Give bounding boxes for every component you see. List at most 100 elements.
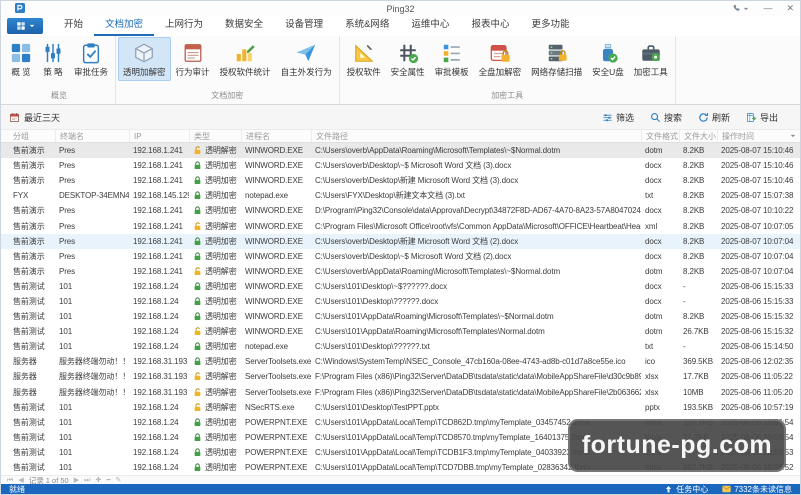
caret-down-icon xyxy=(29,23,35,29)
column-header-size[interactable]: 文件大小 xyxy=(679,130,717,142)
tab-report-center[interactable]: 报表中心 xyxy=(460,13,520,36)
pager-last-button[interactable]: ⏭ xyxy=(84,477,90,484)
column-header-terminal[interactable]: 终端名 xyxy=(55,130,129,142)
table-row[interactable]: 服务器服务器终端勿动！！！192.168.31.193透明解密ServerToo… xyxy=(1,369,800,384)
table-row[interactable]: 售前测试101192.168.1.24透明解密WINWORD.EXEC:\Use… xyxy=(1,324,800,339)
pager-edit-button[interactable]: ✎ xyxy=(116,477,122,484)
column-filter-icon[interactable] xyxy=(790,133,796,139)
approval-task-button[interactable]: 审批任务 xyxy=(69,37,113,81)
table-row[interactable]: 服务器服务器终端勿动！！！192.168.31.193透明解密ServerToo… xyxy=(1,385,800,400)
table-row[interactable]: 售前演示Pres192.168.1.241透明加密WINWORD.EXEC:\U… xyxy=(1,173,800,188)
search-button[interactable]: 搜索 xyxy=(650,111,682,124)
cell-terminal: 服务器终端勿动！！！ xyxy=(55,387,129,398)
pager-prev-button[interactable]: ◀ xyxy=(18,477,23,484)
tab-system-network[interactable]: 系统&网络 xyxy=(334,13,400,36)
type-label: 透明加密 xyxy=(205,447,237,458)
date-range-filter[interactable]: 最近三天 xyxy=(9,111,60,124)
lock-closed-icon xyxy=(193,448,202,457)
table-row[interactable]: 售前测试101192.168.1.24透明加密WINWORD.EXEC:\Use… xyxy=(1,279,800,294)
policy-button[interactable]: 策 略 xyxy=(37,37,69,81)
column-header-process[interactable]: 进程名 xyxy=(241,130,311,142)
column-header-group[interactable]: 分组 xyxy=(9,130,55,142)
support-phone-button[interactable] xyxy=(732,4,749,13)
self-outgoing-behavior-button[interactable]: 自主外发行为 xyxy=(276,37,337,81)
full-disk-encryption-button[interactable]: 全盘加解密 xyxy=(474,37,527,81)
cell-process: WINWORD.EXE xyxy=(241,222,311,231)
cell-path: C:\Users\101\AppData\Roaming\Microsoft\T… xyxy=(311,327,641,336)
lock-closed-icon xyxy=(193,176,202,185)
approval-template-button[interactable]: 审批模板 xyxy=(430,37,474,81)
cell-path: C:\Users\101\AppData\Roaming\Microsoft\T… xyxy=(311,312,641,321)
cell-type: 透明加密 xyxy=(189,447,241,458)
tab-device-management[interactable]: 设备管理 xyxy=(274,13,334,36)
ribbon-tabs: 开始文档加密上网行为数据安全设备管理系统&网络运维中心报表中心更多功能 xyxy=(53,13,580,36)
tab-more-functions[interactable]: 更多功能 xyxy=(520,13,580,36)
table-row[interactable]: FYXDESKTOP-34EMN4V192.168.145.129透明加密not… xyxy=(1,188,800,203)
tab-ops-center[interactable]: 运维中心 xyxy=(400,13,460,36)
cell-ip: 192.168.1.241 xyxy=(129,252,189,261)
pager-next-button[interactable]: ▶ xyxy=(74,477,79,484)
pager-remove-button[interactable]: ━ xyxy=(106,477,110,484)
minimize-button[interactable]: — xyxy=(763,4,772,13)
tab-doc-encryption[interactable]: 文档加密 xyxy=(94,13,154,36)
column-header-time[interactable]: 操作时间 xyxy=(717,130,794,142)
table-row[interactable]: 售前演示Pres192.168.1.241透明加密WINWORD.EXED:\P… xyxy=(1,203,800,218)
table-row[interactable]: 售前演示Pres192.168.1.241透明解密WINWORD.EXEC:\P… xyxy=(1,218,800,233)
filter-button[interactable]: 筛选 xyxy=(602,111,634,124)
cell-format: docx xyxy=(641,237,679,246)
cell-path: C:\Users\overb\Desktop\新建 Microsoft Word… xyxy=(311,175,641,186)
cell-process: WINWORD.EXE xyxy=(241,312,311,321)
cell-ip: 192.168.1.24 xyxy=(129,282,189,291)
cell-terminal: Pres xyxy=(55,252,129,261)
licensed-software-stats-button[interactable]: 授权软件统计 xyxy=(215,37,276,81)
export-button[interactable]: 导出 xyxy=(746,111,778,124)
cell-group: 售前演示 xyxy=(9,236,55,247)
backstage-button[interactable] xyxy=(7,18,43,34)
type-label: 透明解密 xyxy=(205,221,237,232)
table-row[interactable]: 售前测试101192.168.1.24透明加密notepad.exeC:\Use… xyxy=(1,339,800,354)
cell-size: 193.5KB xyxy=(679,403,717,412)
behavior-audit-button[interactable]: 行为审计 xyxy=(171,37,215,81)
type-label: 透明解密 xyxy=(205,145,237,156)
table-row[interactable]: 服务器服务器终端勿动！！！192.168.31.193透明加密ServerToo… xyxy=(1,354,800,369)
transparent-encryption-button[interactable]: 透明加解密 xyxy=(118,37,171,81)
cell-format: txt xyxy=(641,191,679,200)
close-button[interactable]: ✕ xyxy=(786,4,794,13)
tab-web-behavior[interactable]: 上网行为 xyxy=(154,13,214,36)
ribbon-button-label: 审批模板 xyxy=(435,66,469,78)
pager-add-button[interactable]: ✚ xyxy=(95,477,101,484)
task-center-button[interactable]: 任务中心 xyxy=(664,484,708,495)
cell-ip: 192.168.1.24 xyxy=(129,433,189,442)
table-row[interactable]: 售前演示Pres192.168.1.241透明加密WINWORD.EXEC:\U… xyxy=(1,158,800,173)
table-row[interactable]: 售前测试101192.168.1.24透明加密WINWORD.EXEC:\Use… xyxy=(1,294,800,309)
security-attribute-button[interactable]: 安全属性 xyxy=(386,37,430,81)
lock-closed-icon xyxy=(193,237,202,246)
table-row[interactable]: 售前演示Pres192.168.1.241透明加密WINWORD.EXEC:\U… xyxy=(1,249,800,264)
column-header-path[interactable]: 文件路径 xyxy=(311,130,641,142)
column-header-format[interactable]: 文件格式 xyxy=(641,130,679,142)
cell-format: ico xyxy=(641,357,679,366)
table-row[interactable]: 售前演示Pres192.168.1.241透明解密WINWORD.EXEC:\U… xyxy=(1,264,800,279)
overview-button[interactable]: 概 览 xyxy=(5,37,37,81)
table-row[interactable]: 售前演示Pres192.168.1.241透明加密WINWORD.EXEC:\U… xyxy=(1,234,800,249)
pager-first-button[interactable]: ⏮ xyxy=(7,477,13,484)
type-label: 透明加密 xyxy=(205,311,237,322)
cell-group: 售前演示 xyxy=(9,221,55,232)
column-header-type[interactable]: 类型 xyxy=(189,130,241,142)
secure-usb-button[interactable]: 安全U盘 xyxy=(587,37,629,81)
phone-icon xyxy=(732,4,741,13)
type-label: 透明加密 xyxy=(205,432,237,443)
network-storage-scan-button[interactable]: 网络存储扫描 xyxy=(526,37,587,81)
cell-group: 售前测试 xyxy=(9,326,55,337)
tab-home[interactable]: 开始 xyxy=(53,13,94,36)
table-row[interactable]: 售前演示Pres192.168.1.241透明解密WINWORD.EXEC:\U… xyxy=(1,143,800,158)
table-row[interactable]: 售前测试101192.168.1.24透明加密WINWORD.EXEC:\Use… xyxy=(1,309,800,324)
table-row[interactable]: 售前测试101192.168.1.24透明解密NSecRTS.exeC:\Use… xyxy=(1,400,800,415)
cell-format: dotm xyxy=(641,312,679,321)
licensed-software-button[interactable]: 授权软件 xyxy=(342,37,386,81)
column-header-ip[interactable]: IP xyxy=(129,130,189,142)
unread-messages-button[interactable]: 7332条未读信息 xyxy=(722,484,792,495)
tab-data-security[interactable]: 数据安全 xyxy=(214,13,274,36)
refresh-button[interactable]: 刷新 xyxy=(698,111,730,124)
encryption-tools-button[interactable]: 加密工具 xyxy=(629,37,673,81)
